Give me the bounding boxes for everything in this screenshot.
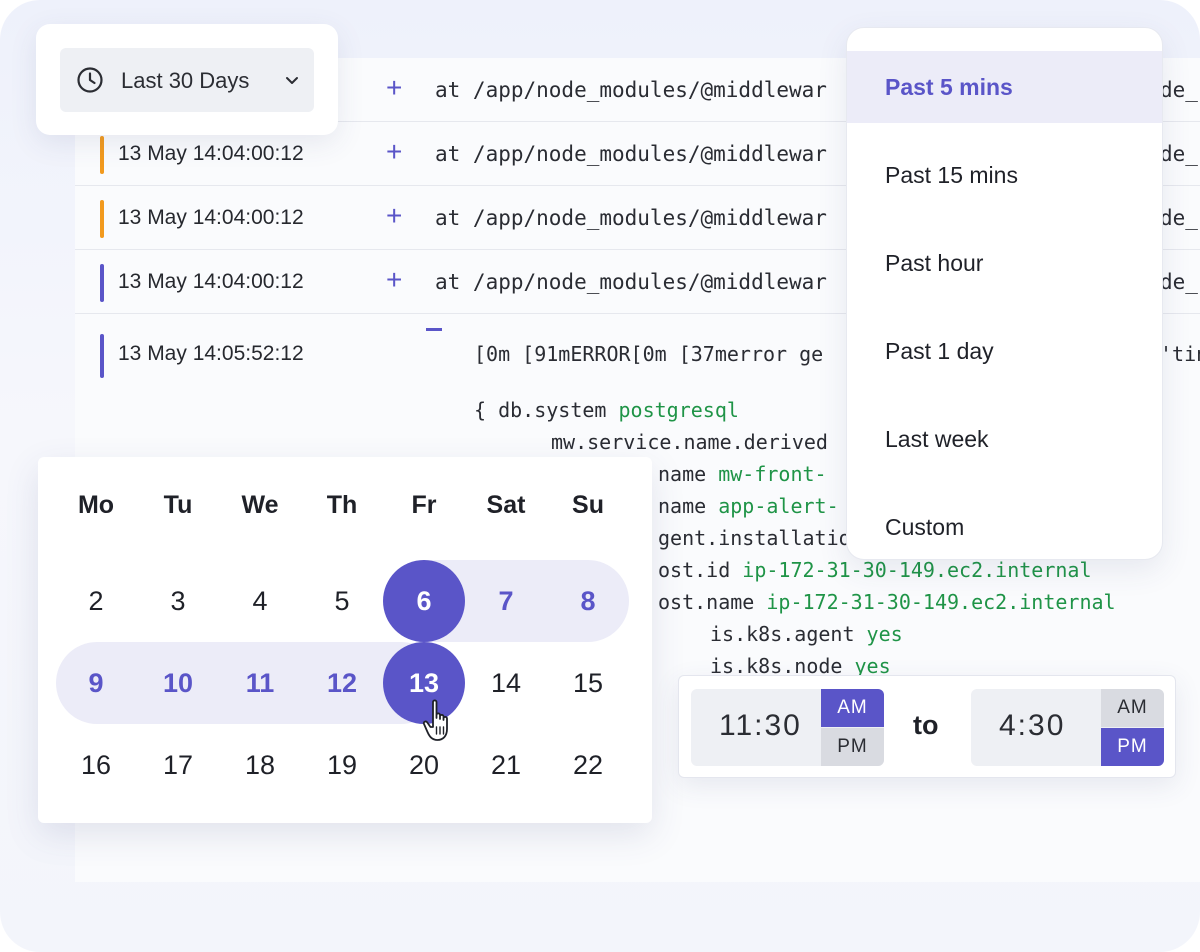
log-timestamp: 13 May 14:04:00:12 (118, 206, 304, 229)
attr-key: name (658, 494, 707, 518)
start-am-toggle[interactable]: AM (821, 689, 884, 727)
attr-value: postgresql (618, 398, 739, 422)
calendar-day-in-range[interactable]: 9 (55, 642, 137, 724)
attr-key: name (658, 462, 707, 486)
attr-host-name: ost.name ip-172-31-30-149.ec2.internal (658, 590, 1116, 614)
attr-host-id: ost.id ip-172-31-30-149.ec2.internal (658, 558, 1092, 582)
calendar-day[interactable]: 2 (55, 560, 137, 642)
attr-key: ost.name (658, 590, 755, 614)
dropdown-item-past-15-mins[interactable]: Past 15 mins (847, 139, 1162, 211)
calendar: Mo Tu We Th Fr Sat Su 2 3 4 5 6 7 8 9 10… (38, 457, 652, 823)
dropdown-item-last-week[interactable]: Last week (847, 403, 1162, 475)
weekday-label: Fr (411, 491, 437, 519)
start-time-value: 11:30 (719, 709, 802, 742)
attr-k8s-agent: is.k8s.agent yes (710, 622, 903, 646)
weekday-label: Su (572, 491, 604, 519)
weekday-label: Tu (163, 491, 193, 519)
log-timestamp: 13 May 14:04:00:12 (118, 142, 304, 165)
log-message: at /app/node_modules/@middlewar (435, 270, 827, 294)
attr-value: yes (866, 622, 903, 646)
log-message-tail: de_ (1160, 78, 1198, 102)
calendar-day-in-range[interactable]: 7 (465, 560, 547, 642)
log-error-header: [0m [91mERROR[0m [37merror ge (474, 342, 824, 366)
end-time-value: 4:30 (999, 709, 1066, 742)
time-range-dropdown: Past 5 mins Past 15 mins Past hour Past … (846, 27, 1163, 560)
attr-agent: gent.installation (658, 526, 863, 550)
end-time-field[interactable]: 4:30 AM PM (971, 689, 1164, 766)
attr-value: ip-172-31-30-149.ec2.internal (766, 590, 1116, 614)
log-message: at /app/node_modules/@middlewar (435, 206, 827, 230)
start-time-field[interactable]: 11:30 AM PM (691, 689, 884, 766)
expand-plus-icon[interactable]: + (386, 200, 402, 232)
time-range-picker: 11:30 AM PM to 4:30 AM PM (678, 675, 1176, 778)
calendar-day[interactable]: 3 (137, 560, 219, 642)
log-message: at /app/node_modules/@middlewar (435, 78, 827, 102)
date-range-label: Last 30 Days (121, 68, 250, 93)
calendar-day[interactable]: 19 (301, 724, 383, 806)
calendar-day[interactable]: 5 (301, 560, 383, 642)
severity-bar (100, 334, 104, 378)
log-timestamp: 13 May 14:05:52:12 (118, 342, 304, 365)
log-message-tail: de_ (1160, 206, 1198, 230)
calendar-day[interactable]: 4 (219, 560, 301, 642)
attr-value: mw-front- (718, 462, 827, 486)
calendar-day[interactable]: 15 (547, 642, 629, 724)
date-range-card: Last 30 Days (36, 24, 338, 135)
attr-value: app-alert- (718, 494, 839, 518)
attr-service: mw.service.name.derived (551, 430, 828, 454)
severity-bar (100, 200, 104, 238)
attr-db-system: { db.system postgresql (474, 398, 739, 422)
dropdown-item-past-5-mins[interactable]: Past 5 mins (847, 51, 1162, 123)
collapse-minus-icon[interactable] (426, 328, 442, 331)
time-range-to-label: to (913, 710, 939, 740)
dropdown-item-custom[interactable]: Custom (847, 491, 1162, 559)
attr-name: name mw-front- (658, 462, 827, 486)
calendar-day[interactable]: 18 (219, 724, 301, 806)
calendar-day[interactable]: 16 (55, 724, 137, 806)
attr-name: name app-alert- (658, 494, 839, 518)
weekday-label: Sat (486, 491, 526, 519)
calendar-day-in-range[interactable]: 8 (547, 560, 629, 642)
chevron-down-icon (286, 77, 298, 84)
attr-key: { db.system (474, 398, 607, 422)
weekday-label: Th (326, 491, 358, 519)
calendar-day-range-start[interactable]: 6 (383, 560, 465, 642)
calendar-day[interactable]: 17 (137, 724, 219, 806)
attr-key: is.k8s.agent (710, 622, 855, 646)
calendar-day[interactable]: 14 (465, 642, 547, 724)
severity-bar (100, 264, 104, 302)
severity-bar (100, 136, 104, 174)
weekday-label: We (241, 491, 279, 519)
end-pm-toggle[interactable]: PM (1101, 728, 1164, 766)
expand-plus-icon[interactable]: + (386, 136, 402, 168)
attr-value: ip-172-31-30-149.ec2.internal (742, 558, 1092, 582)
expand-plus-icon[interactable]: + (386, 264, 402, 296)
log-timestamp: 13 May 14:04:00:12 (118, 270, 304, 293)
date-range-button[interactable]: Last 30 Days (60, 48, 314, 112)
log-message: at /app/node_modules/@middlewar (435, 142, 827, 166)
calendar-day-in-range[interactable]: 10 (137, 642, 219, 724)
log-message-tail: de_ (1160, 142, 1198, 166)
calendar-day-in-range[interactable]: 12 (301, 642, 383, 724)
hand-pointer-cursor-icon (422, 699, 448, 741)
weekday-label: Mo (77, 491, 115, 519)
log-error-header-tail: 'tin (1160, 342, 1200, 366)
calendar-day-in-range[interactable]: 11 (219, 642, 301, 724)
attr-key: ost.id (658, 558, 731, 582)
expand-plus-icon[interactable]: + (386, 72, 402, 104)
calendar-day[interactable]: 21 (465, 724, 547, 806)
log-message-tail: de_ (1160, 270, 1198, 294)
dropdown-item-past-hour[interactable]: Past hour (847, 227, 1162, 299)
start-pm-toggle[interactable]: PM (821, 728, 884, 766)
end-am-toggle[interactable]: AM (1101, 689, 1164, 727)
calendar-day[interactable]: 22 (547, 724, 629, 806)
clock-icon (77, 67, 103, 93)
dropdown-item-past-1-day[interactable]: Past 1 day (847, 315, 1162, 387)
